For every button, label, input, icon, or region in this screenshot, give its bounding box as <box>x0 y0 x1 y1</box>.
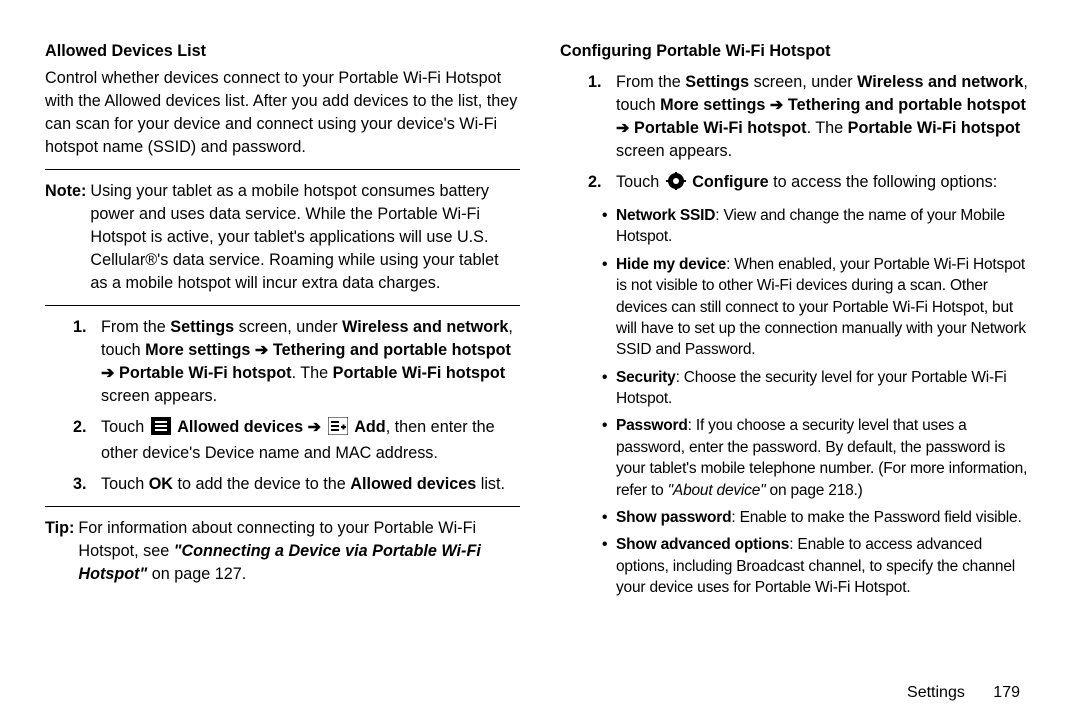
step-text: From the Settings screen, under Wireless… <box>616 73 1028 160</box>
bullet-show-advanced: Show advanced options: Enable to access … <box>560 534 1035 598</box>
step-1: 1. From the Settings screen, under Wirel… <box>560 71 1035 163</box>
divider-rule <box>45 305 520 306</box>
step-3: 3. Touch OK to add the device to the All… <box>45 473 520 496</box>
note-block: Note: Using your tablet as a mobile hots… <box>45 180 520 295</box>
step-2: 2. Touch Configure to access the followi… <box>560 171 1035 197</box>
left-column: Allowed Devices List Control whether dev… <box>45 40 520 700</box>
note-label: Note: <box>45 180 86 295</box>
step-number: 2. <box>73 416 87 439</box>
steps-list: 1. From the Settings screen, under Wirel… <box>45 316 520 496</box>
steps-list: 1. From the Settings screen, under Wirel… <box>560 71 1035 197</box>
bullet-security: Security: Choose the security level for … <box>560 367 1035 410</box>
step-1: 1. From the Settings screen, under Wirel… <box>45 316 520 408</box>
page-footer: Settings 179 <box>907 684 1020 702</box>
menu-icon <box>151 417 171 442</box>
divider-rule <box>45 169 520 170</box>
step-number: 1. <box>588 71 602 94</box>
options-bullets: Network SSID: View and change the name o… <box>560 205 1035 598</box>
step-text: From the Settings screen, under Wireless… <box>101 318 513 405</box>
step-text: Touch Configure to access the following … <box>616 173 997 191</box>
bullet-network-ssid: Network SSID: View and change the name o… <box>560 205 1035 248</box>
intro-paragraph: Control whether devices connect to your … <box>45 67 520 159</box>
step-2: 2. Touch Allowed devices ➔ Add, then ent… <box>45 416 520 465</box>
tip-block: Tip: For information about connecting to… <box>45 517 520 586</box>
step-text: Touch OK to add the device to the Allowe… <box>101 475 505 493</box>
step-number: 2. <box>588 171 602 194</box>
bullet-hide-my-device: Hide my device: When enabled, your Porta… <box>560 254 1035 361</box>
divider-rule <box>45 506 520 507</box>
footer-section: Settings <box>907 684 965 701</box>
tip-label: Tip: <box>45 517 74 586</box>
step-text: Touch Allowed devices ➔ Add, then enter … <box>101 418 495 462</box>
gear-icon <box>666 172 686 197</box>
note-body: Using your tablet as a mobile hotspot co… <box>90 180 520 295</box>
add-list-icon <box>328 417 348 442</box>
footer-page-number: 179 <box>993 684 1020 701</box>
right-column: Configuring Portable Wi-Fi Hotspot 1. Fr… <box>560 40 1035 700</box>
heading-allowed-devices: Allowed Devices List <box>45 40 520 63</box>
step-number: 3. <box>73 473 87 496</box>
manual-page: Allowed Devices List Control whether dev… <box>0 0 1080 720</box>
bullet-password: Password: If you choose a security level… <box>560 415 1035 501</box>
heading-configuring: Configuring Portable Wi-Fi Hotspot <box>560 40 1035 63</box>
bullet-show-password: Show password: Enable to make the Passwo… <box>560 507 1035 528</box>
step-number: 1. <box>73 316 87 339</box>
tip-body: For information about connecting to your… <box>78 517 520 586</box>
